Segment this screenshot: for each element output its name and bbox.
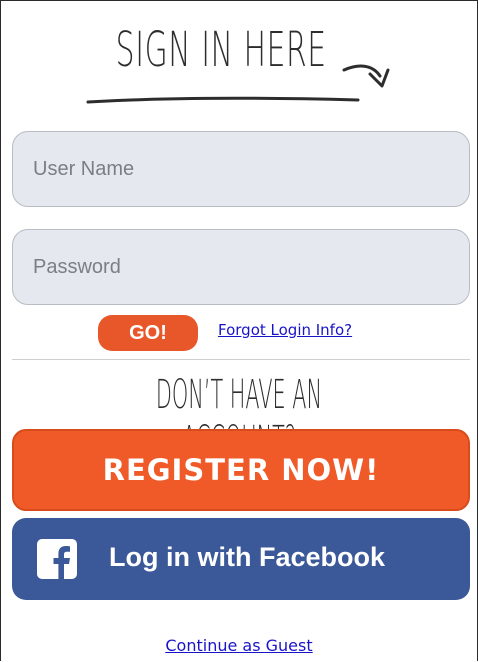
- continue-as-guest-link[interactable]: Continue as Guest: [0, 636, 478, 655]
- sign-in-heading-text: SIGN IN HERE: [115, 22, 327, 78]
- divider: [12, 359, 470, 360]
- guest-link-text: Continue as Guest: [165, 636, 313, 655]
- facebook-button-label: Log in with Facebook: [109, 542, 385, 572]
- forgot-login-link[interactable]: Forgot Login Info?: [218, 321, 352, 339]
- register-button[interactable]: REGISTER NOW!: [12, 429, 470, 511]
- facebook-login-button[interactable]: Log in with Facebook: [12, 518, 470, 600]
- curved-arrow-icon: [342, 64, 390, 88]
- facebook-icon: [37, 539, 77, 579]
- heading-underline: [86, 96, 360, 104]
- go-button[interactable]: GO!: [98, 315, 198, 351]
- username-field[interactable]: [12, 131, 470, 207]
- password-field[interactable]: [12, 229, 470, 305]
